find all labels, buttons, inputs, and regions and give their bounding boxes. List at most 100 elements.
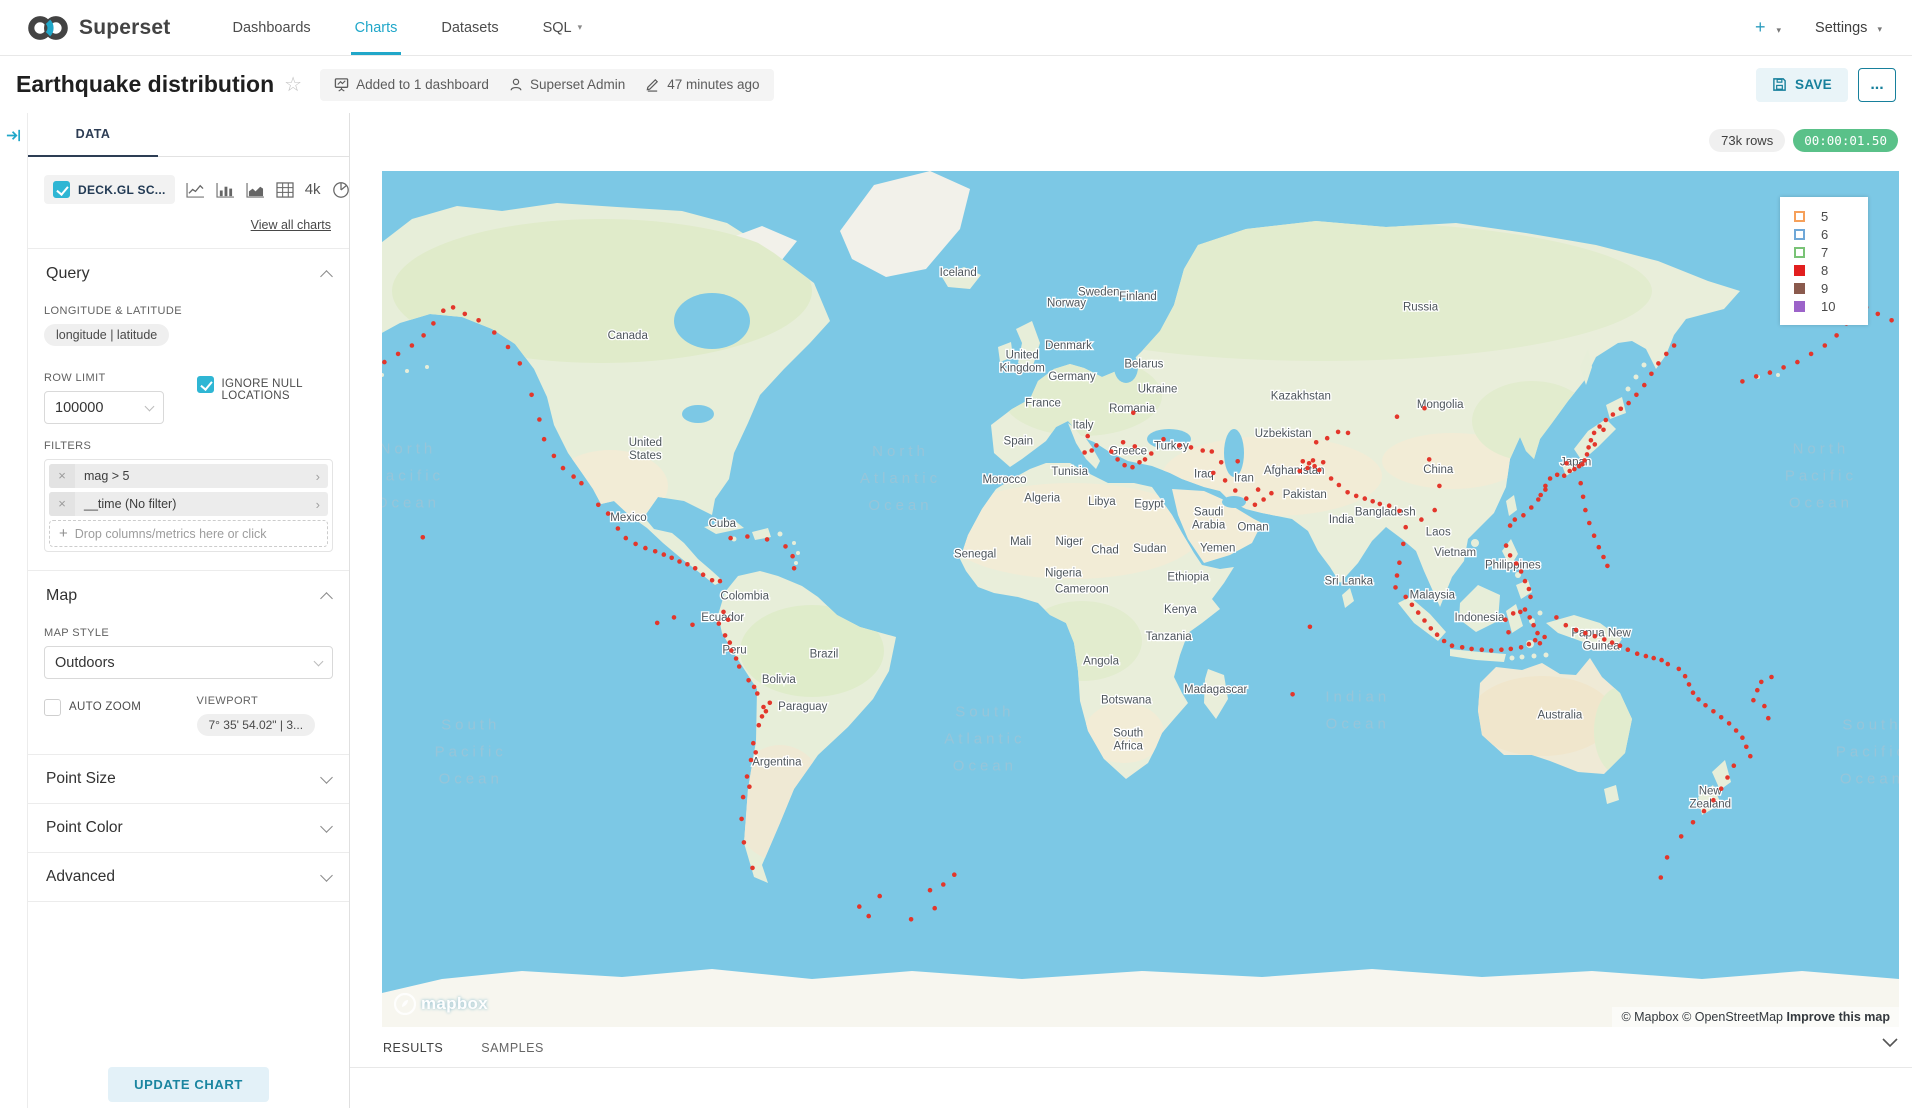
earthquake-point[interactable] <box>1518 610 1523 615</box>
map-section-header[interactable]: Map <box>44 571 333 617</box>
earthquake-point[interactable] <box>760 714 765 719</box>
collapse-results-icon[interactable] <box>1882 1035 1898 1053</box>
earthquake-point[interactable] <box>1605 564 1610 569</box>
earthquake-point[interactable] <box>761 705 766 710</box>
earthquake-point[interactable] <box>1665 855 1670 860</box>
earthquake-point[interactable] <box>1634 393 1639 398</box>
earthquake-point[interactable] <box>1429 626 1434 631</box>
earthquake-point[interactable] <box>1122 463 1127 468</box>
earthquake-point[interactable] <box>441 308 446 313</box>
earthquake-point[interactable] <box>1602 637 1607 642</box>
earthquake-point[interactable] <box>1219 460 1224 465</box>
earthquake-point[interactable] <box>728 640 733 645</box>
earthquake-point[interactable] <box>1876 312 1881 317</box>
earthquake-point[interactable] <box>655 621 660 626</box>
earthquake-point[interactable] <box>1109 449 1114 454</box>
earthquake-point[interactable] <box>745 534 750 539</box>
earthquake-point[interactable] <box>1437 484 1442 489</box>
earthquake-point[interactable] <box>672 615 677 620</box>
lonlat-value-chip[interactable]: longitude | latitude <box>44 324 169 346</box>
earthquake-point[interactable] <box>1672 343 1677 348</box>
earthquake-point[interactable] <box>1635 651 1640 656</box>
section-advanced[interactable]: Advanced <box>44 853 333 901</box>
earthquake-point[interactable] <box>1387 503 1392 508</box>
earthquake-point[interactable] <box>1506 630 1511 635</box>
earthquake-point[interactable] <box>1460 645 1465 650</box>
earthquake-point[interactable] <box>1597 545 1602 550</box>
earthquake-point[interactable] <box>1604 418 1609 423</box>
earthquake-point[interactable] <box>1536 497 1541 502</box>
earthquake-point[interactable] <box>1307 461 1312 466</box>
earthquake-point[interactable] <box>1538 641 1543 646</box>
earthquake-point[interactable] <box>431 321 436 326</box>
earthquake-point[interactable] <box>1253 503 1258 508</box>
earthquake-point[interactable] <box>1131 411 1136 416</box>
earthquake-point[interactable] <box>1345 490 1350 495</box>
earthquake-point[interactable] <box>1687 682 1692 687</box>
earthquake-point[interactable] <box>1403 525 1408 530</box>
earthquake-point[interactable] <box>677 559 682 564</box>
earthquake-point[interactable] <box>1489 648 1494 653</box>
earthquake-point[interactable] <box>1115 457 1120 462</box>
earthquake-point[interactable] <box>1533 638 1538 643</box>
earthquake-point[interactable] <box>1161 437 1166 442</box>
earthquake-point[interactable] <box>1754 374 1759 379</box>
earthquake-point[interactable] <box>749 758 754 763</box>
earthquake-point[interactable] <box>1664 352 1669 357</box>
earthquake-point[interactable] <box>1121 440 1126 445</box>
earthquake-point[interactable] <box>396 352 401 357</box>
owner-meta[interactable]: Superset Admin <box>509 77 625 92</box>
earthquake-point[interactable] <box>579 481 584 486</box>
earthquake-point[interactable] <box>1354 494 1359 499</box>
earthquake-point[interactable] <box>518 361 523 366</box>
earthquake-point[interactable] <box>1582 458 1587 463</box>
earthquake-point[interactable] <box>1504 543 1509 548</box>
earthquake-point[interactable] <box>1768 370 1773 375</box>
earthquake-point[interactable] <box>952 872 957 877</box>
earthquake-point[interactable] <box>1094 443 1099 448</box>
earthquake-point[interactable] <box>1583 508 1588 513</box>
earthquake-point[interactable] <box>1244 496 1249 501</box>
earthquake-point[interactable] <box>1509 647 1514 652</box>
earthquake-point[interactable] <box>1762 704 1767 709</box>
earthquake-point[interactable] <box>1137 460 1142 465</box>
earthquake-point[interactable] <box>1781 365 1786 370</box>
favorite-star-icon[interactable]: ☆ <box>284 72 302 97</box>
table-icon[interactable] <box>276 182 294 198</box>
earthquake-point[interactable] <box>1469 647 1474 652</box>
earthquake-point[interactable] <box>669 556 674 561</box>
earthquake-point[interactable] <box>1593 442 1598 447</box>
pie-chart-icon[interactable] <box>332 181 349 199</box>
earthquake-point[interactable] <box>1422 618 1427 623</box>
earthquake-point[interactable] <box>857 904 862 909</box>
earthquake-point[interactable] <box>1503 617 1508 622</box>
earthquake-point[interactable] <box>1535 631 1540 636</box>
earthquake-point[interactable] <box>1269 491 1274 496</box>
osm-attribution-link[interactable]: © OpenStreetMap <box>1682 1010 1783 1024</box>
earthquake-point[interactable] <box>1656 361 1661 366</box>
mapbox-attribution-link[interactable]: © Mapbox <box>1621 1010 1678 1024</box>
last-modified-meta[interactable]: 47 minutes ago <box>645 77 759 92</box>
earthquake-point[interactable] <box>1529 505 1534 510</box>
earthquake-point[interactable] <box>1696 697 1701 702</box>
earthquake-point[interactable] <box>750 866 755 871</box>
earthquake-point[interactable] <box>643 546 648 551</box>
earthquake-point[interactable] <box>561 466 566 471</box>
earthquake-point[interactable] <box>1703 703 1708 708</box>
earthquake-point[interactable] <box>1626 647 1631 652</box>
nav-item-dashboards[interactable]: Dashboards <box>210 0 332 55</box>
earthquake-point[interactable] <box>1435 632 1440 637</box>
legend-entry[interactable]: 10 <box>1794 297 1868 315</box>
row-limit-select[interactable]: 100000 <box>44 391 164 424</box>
earthquake-point[interactable] <box>529 393 534 398</box>
earthquake-point[interactable] <box>1659 658 1664 663</box>
earthquake-point[interactable] <box>1321 460 1326 465</box>
earthquake-point[interactable] <box>728 536 733 541</box>
earthquake-point[interactable] <box>737 664 742 669</box>
earthquake-point[interactable] <box>1312 464 1317 469</box>
earthquake-point[interactable] <box>1574 628 1579 633</box>
earthquake-point[interactable] <box>1133 444 1138 449</box>
earthquake-point[interactable] <box>1711 709 1716 714</box>
earthquake-point[interactable] <box>1538 493 1543 498</box>
earthquake-point[interactable] <box>755 691 760 696</box>
